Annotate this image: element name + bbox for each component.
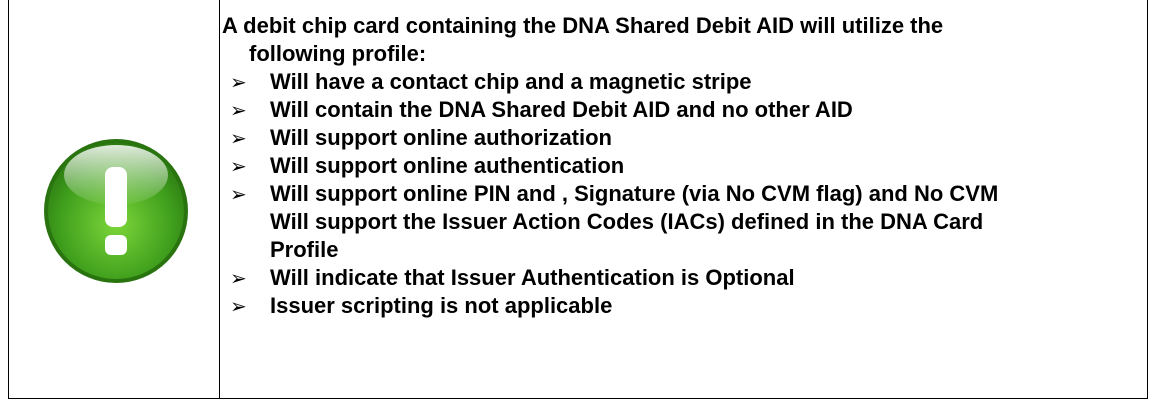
arrow-bullet-icon: ➢ (230, 126, 247, 150)
list-item-text: Profile (270, 237, 339, 262)
list-item: ➢ Will indicate that Issuer Authenticatio… (222, 264, 1132, 292)
list-item-text: Will indicate that Issuer Authentication… (270, 265, 795, 290)
cell-divider (219, 0, 220, 399)
arrow-bullet-icon: ➢ (230, 294, 247, 318)
list-item-text: Will support online authentication (270, 153, 625, 178)
list-item-text: Will contain the DNA Shared Debit AID an… (270, 97, 853, 122)
list-item: ➢ Will have a contact chip and a magnetic… (222, 68, 1132, 96)
arrow-bullet-icon: ➢ (230, 70, 247, 94)
list-item-text: Issuer scripting is not applicable (270, 293, 613, 318)
list-item: ➢ Will contain the DNA Shared Debit AID a… (222, 96, 1132, 124)
list-item: ➢ Will support online PIN and , Signature… (222, 180, 1132, 264)
list-item-text: Will have a contact chip and a magnetic … (270, 69, 752, 94)
arrow-bullet-icon: ➢ (230, 98, 247, 122)
note-text: A debit chip card containing the DNA Sha… (222, 12, 1132, 320)
arrow-bullet-icon: ➢ (230, 266, 247, 290)
intro-line-2: following profile: (249, 41, 427, 66)
list-item-text: Will support online PIN and , Signature … (270, 181, 999, 206)
list-item: ➢ Will support online authorization (222, 124, 1132, 152)
list-item-text: Will support the Issuer Action Codes (IA… (270, 209, 984, 234)
icon-cell (9, 0, 219, 399)
profile-list: ➢ Will have a contact chip and a magnetic… (222, 68, 1132, 320)
list-item-text: Will support online authorization (270, 125, 612, 150)
intro-line-1: A debit chip card containing the DNA Sha… (222, 13, 944, 38)
arrow-bullet-icon: ➢ (230, 182, 247, 206)
intro-text: A debit chip card containing the DNA Sha… (222, 12, 1132, 68)
list-item: ➢ Issuer scripting is not applicable (222, 292, 1132, 320)
arrow-bullet-icon: ➢ (230, 154, 247, 178)
list-item: ➢ Will support online authentication (222, 152, 1132, 180)
exclamation-icon (44, 139, 188, 283)
